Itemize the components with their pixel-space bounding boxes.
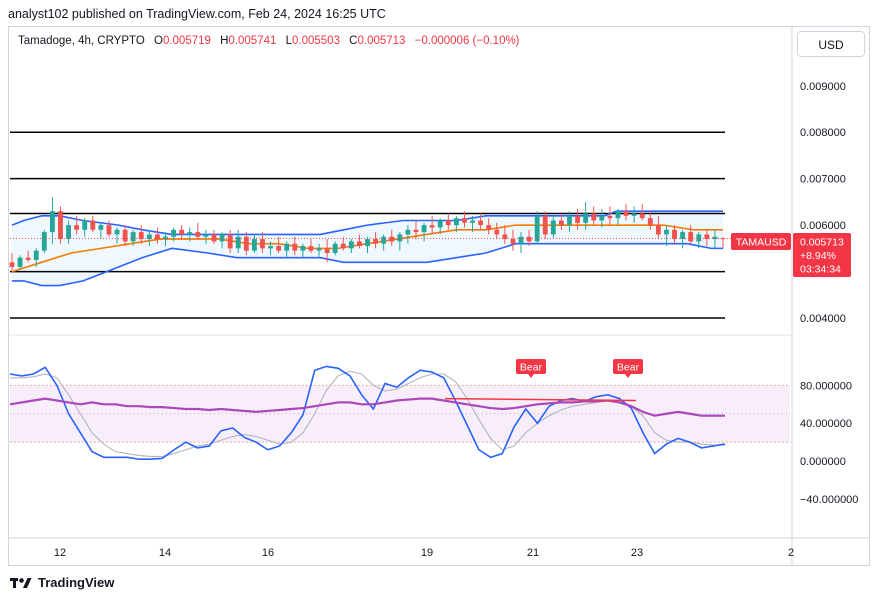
footer-brand-text: TradingView	[38, 575, 115, 590]
tradingview-logo-icon	[10, 577, 32, 588]
publish-info: analyst102 published on TradingView.com,…	[8, 7, 386, 21]
symbol-name[interactable]: Tamadoge, 4h, CRYPTO	[18, 35, 145, 47]
open-label: O	[153, 35, 163, 47]
footer-brand[interactable]: TradingView	[10, 575, 114, 590]
close-value: 0.005713	[357, 35, 406, 47]
chart-frame	[8, 26, 870, 566]
currency-button[interactable]: USD	[797, 31, 865, 57]
change-value: −0.000006 (−0.10%)	[414, 35, 520, 47]
high-value: 0.005741	[228, 35, 277, 47]
low-value: 0.005503	[292, 35, 340, 47]
symbol-info-row: Tamadoge, 4h, CRYPTO O0.005719 H0.005741…	[18, 35, 520, 47]
open-value: 0.005719	[162, 35, 211, 47]
